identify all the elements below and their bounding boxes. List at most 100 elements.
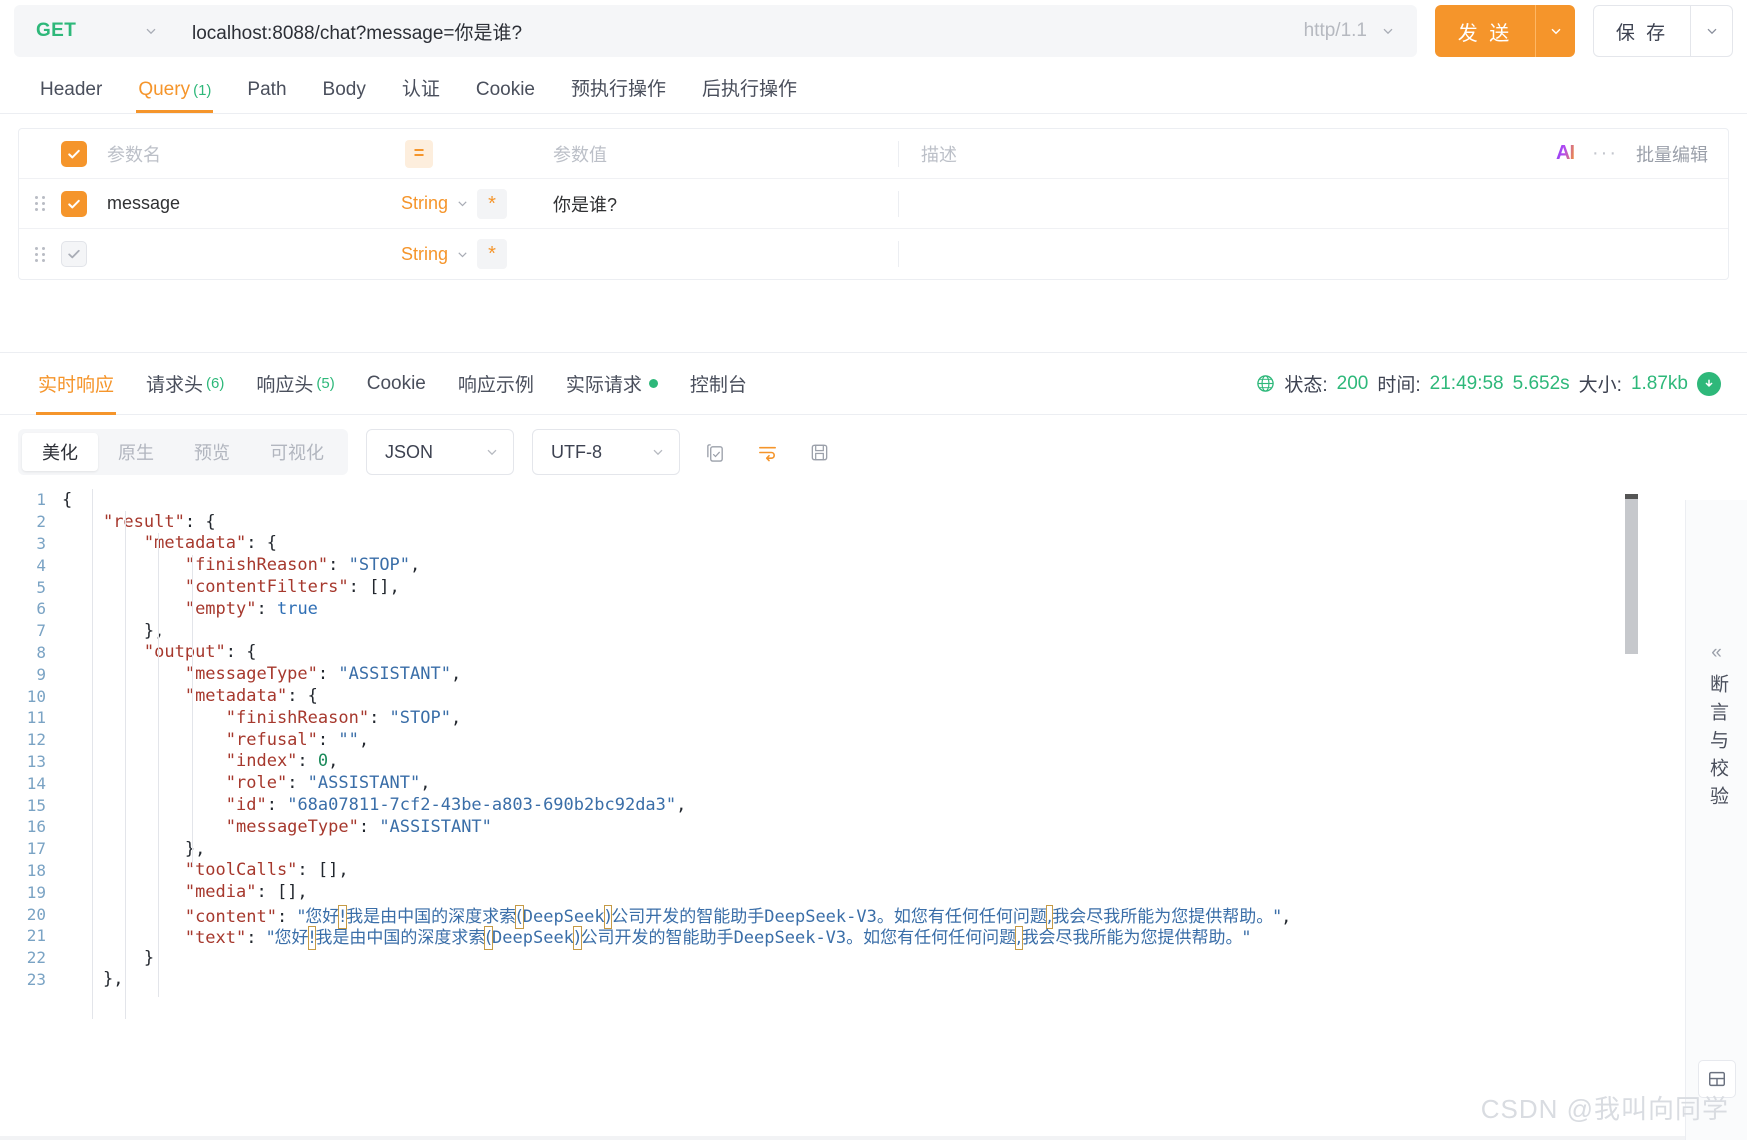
code-token: : [358, 816, 380, 837]
code-token: , [450, 664, 462, 685]
request-tab-6[interactable]: 预执行操作 [553, 74, 684, 113]
code-token: : [287, 773, 308, 794]
format-select-label: JSON [385, 441, 434, 462]
code-token: , [420, 773, 431, 794]
row-checkbox[interactable] [61, 190, 101, 217]
response-tab-label: Cookie [366, 372, 426, 394]
request-tab-4[interactable]: 认证 [384, 74, 458, 113]
batch-edit-button[interactable]: 批量编辑 [1636, 141, 1708, 167]
code-line: 11 "finishReason": "STOP", [0, 707, 1747, 729]
more-options-icon[interactable]: ··· [1592, 142, 1618, 165]
send-button[interactable]: 发 送 [1435, 5, 1535, 57]
param-value-input[interactable]: 你是谁? [531, 191, 898, 217]
drag-handle-icon[interactable] [19, 246, 61, 262]
save-button[interactable]: 保 存 [1594, 6, 1690, 56]
view-mode-segmented: 美化 原生 预览 可视化 [18, 429, 348, 475]
code-token: 。如您有任何任何问题 [846, 928, 1017, 949]
code-token: : { [246, 533, 277, 554]
format-select[interactable]: JSON [366, 429, 514, 475]
http-method-select[interactable]: GET [14, 5, 174, 57]
select-all-checkbox[interactable] [61, 140, 101, 167]
code-token: "68a07811-7cf2-43be-a803-690b2bc92da3" [287, 795, 677, 816]
request-tab-label: 认证 [401, 79, 440, 100]
encoding-select[interactable]: UTF-8 [532, 429, 680, 475]
copy-icon[interactable] [698, 435, 732, 469]
save-options-button[interactable] [1690, 6, 1732, 56]
send-options-button[interactable] [1535, 5, 1575, 57]
response-tab-6[interactable]: 控制台 [674, 353, 763, 415]
save-disk-icon[interactable] [802, 435, 836, 469]
code-token: , [358, 729, 370, 750]
wrap-icon[interactable] [750, 435, 784, 469]
param-type-select[interactable]: String * [401, 188, 531, 219]
response-tab-4[interactable]: 响应示例 [442, 353, 550, 415]
horizontal-scrollbar[interactable] [0, 1136, 1685, 1140]
param-name-input[interactable]: message [101, 193, 401, 214]
drag-handle-icon[interactable] [19, 196, 61, 211]
download-icon[interactable] [1697, 371, 1721, 396]
editor-scrollbar-thumb[interactable] [1625, 494, 1638, 499]
code-text: "metadata": { [62, 533, 277, 553]
param-desc-input[interactable] [898, 241, 1498, 267]
request-tab-0[interactable]: Header [22, 79, 120, 113]
code-text: "text": "您好!我是由中国的深度求索(DeepSeek)公司开发的智能助… [62, 923, 1250, 951]
view-mode-1[interactable]: 原生 [98, 433, 174, 471]
query-params-table: 参数名 = 参数值 描述 AI ··· 批量编辑 message String … [18, 128, 1729, 280]
code-token: : [317, 729, 339, 750]
code-token: "STOP" [389, 707, 451, 728]
response-tab-2[interactable]: 响应头 (5) [240, 353, 350, 415]
param-desc-header: 描述 [898, 140, 1498, 167]
view-mode-3[interactable]: 可视化 [250, 433, 344, 471]
response-tab-0[interactable]: 实时响应 [22, 353, 130, 415]
line-number: 13 [26, 751, 46, 771]
request-tab-1[interactable]: Query (1) [120, 79, 229, 113]
code-token: "text" [184, 928, 247, 949]
required-toggle[interactable]: * [477, 188, 508, 219]
code-token: DeepSeek-V3 [733, 928, 847, 949]
response-tab-5[interactable]: 实际请求 [550, 353, 674, 415]
request-tab-label: Cookie [475, 79, 535, 100]
code-line: 14 "role": "ASSISTANT", [0, 772, 1747, 794]
ai-icon[interactable]: AI [1556, 142, 1575, 165]
view-mode-2[interactable]: 预览 [174, 433, 250, 471]
request-tab-3[interactable]: Body [305, 79, 384, 113]
view-mode-0[interactable]: 美化 [22, 433, 98, 471]
response-tab-3[interactable]: Cookie [351, 353, 442, 415]
required-toggle[interactable]: * [477, 239, 508, 269]
assertion-panel-label[interactable]: 断言与校验 [1706, 674, 1728, 814]
table-row[interactable]: String * [19, 229, 1728, 279]
param-value-header: 参数值 [553, 144, 607, 165]
code-token: "media" [184, 882, 257, 903]
request-tab-2[interactable]: Path [229, 79, 304, 113]
code-text: "finishReason": "STOP", [62, 708, 461, 728]
equals-badge-icon[interactable]: = [405, 139, 433, 168]
line-number: 3 [36, 533, 46, 553]
globe-icon [1256, 374, 1275, 393]
row-checkbox[interactable] [61, 241, 101, 267]
response-tab-1[interactable]: 请求头 (6) [130, 353, 240, 415]
layout-icon[interactable] [1697, 1060, 1736, 1098]
collapse-panel-button[interactable]: « [1711, 642, 1722, 664]
save-button-group[interactable]: 保 存 [1593, 5, 1733, 57]
code-text: "messageType": "ASSISTANT" [62, 817, 492, 837]
url-input[interactable]: localhost:8088/chat?message=你是谁? [174, 5, 1294, 57]
protocol-select[interactable]: http/1.1 [1293, 5, 1417, 57]
request-tab-label: Path [247, 79, 287, 100]
send-button-group[interactable]: 发 送 [1435, 5, 1575, 57]
request-tab-5[interactable]: Cookie [458, 79, 553, 113]
editor-vertical-scrollbar[interactable] [1625, 499, 1638, 654]
code-token: }, [102, 969, 124, 990]
code-token: : { [287, 686, 318, 707]
request-tab-7[interactable]: 后执行操作 [684, 74, 815, 113]
param-type-label: String [401, 243, 449, 264]
url-bar: GET localhost:8088/chat?message=你是谁? htt… [0, 0, 1747, 62]
line-number: 1 [36, 490, 46, 510]
size-label: 大小: [1578, 375, 1622, 396]
response-code-editor[interactable]: 1{2 "result": {3 "metadata": {4 "finishR… [0, 489, 1747, 1019]
code-token: "metadata" [184, 686, 288, 707]
code-text: "refusal": "", [62, 730, 369, 750]
param-type-select[interactable]: String * [401, 239, 531, 269]
code-text: "messageType": "ASSISTANT", [62, 664, 461, 684]
param-desc-input[interactable] [898, 190, 1498, 217]
table-row[interactable]: message String * 你是谁? [19, 179, 1728, 229]
